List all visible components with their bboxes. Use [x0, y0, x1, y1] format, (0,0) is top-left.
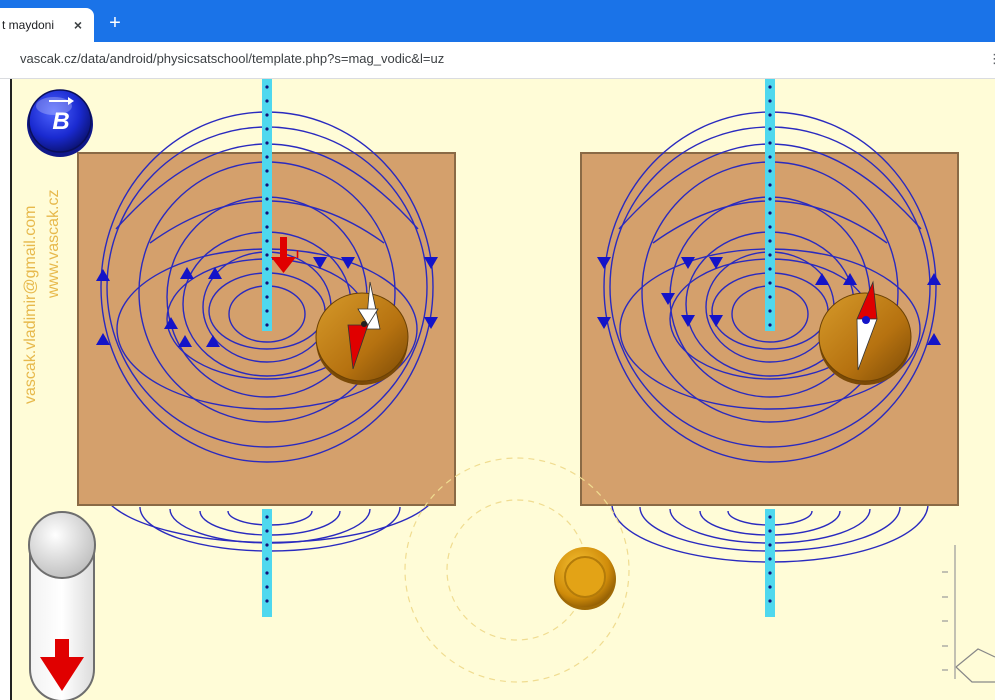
left-wire-upper — [262, 79, 272, 331]
credit-email: vascak.vladimir@gmail.com — [22, 205, 39, 404]
tab-close-icon[interactable]: × — [70, 17, 86, 33]
new-tab-button[interactable]: + — [104, 13, 126, 35]
address-bar[interactable]: vascak.cz/data/android/physicsatschool/t… — [20, 51, 444, 66]
left-board-group: I — [77, 79, 456, 617]
right-board-group — [580, 79, 959, 617]
right-ruler — [942, 545, 995, 683]
center-knob[interactable] — [554, 547, 616, 610]
credit-website: www.vascak.cz — [45, 189, 62, 298]
current-direction-switch[interactable] — [28, 511, 96, 700]
magnetic-field-scene: I B — [27, 79, 995, 700]
switch-knob[interactable] — [28, 511, 96, 579]
browser-menu-icon[interactable]: ⋮ — [988, 51, 995, 67]
browser-tab-bar: t maydoni × + — [0, 0, 995, 42]
b-button-label: B — [52, 108, 69, 135]
tab-title: t maydoni — [2, 18, 55, 32]
magnetic-field-b-button[interactable]: B — [27, 89, 93, 157]
browser-tab[interactable]: t maydoni × — [0, 8, 94, 42]
right-wire-upper — [765, 79, 775, 331]
current-label: I — [296, 249, 299, 261]
browser-toolbar: vascak.cz/data/android/physicsatschool/t… — [0, 42, 995, 79]
